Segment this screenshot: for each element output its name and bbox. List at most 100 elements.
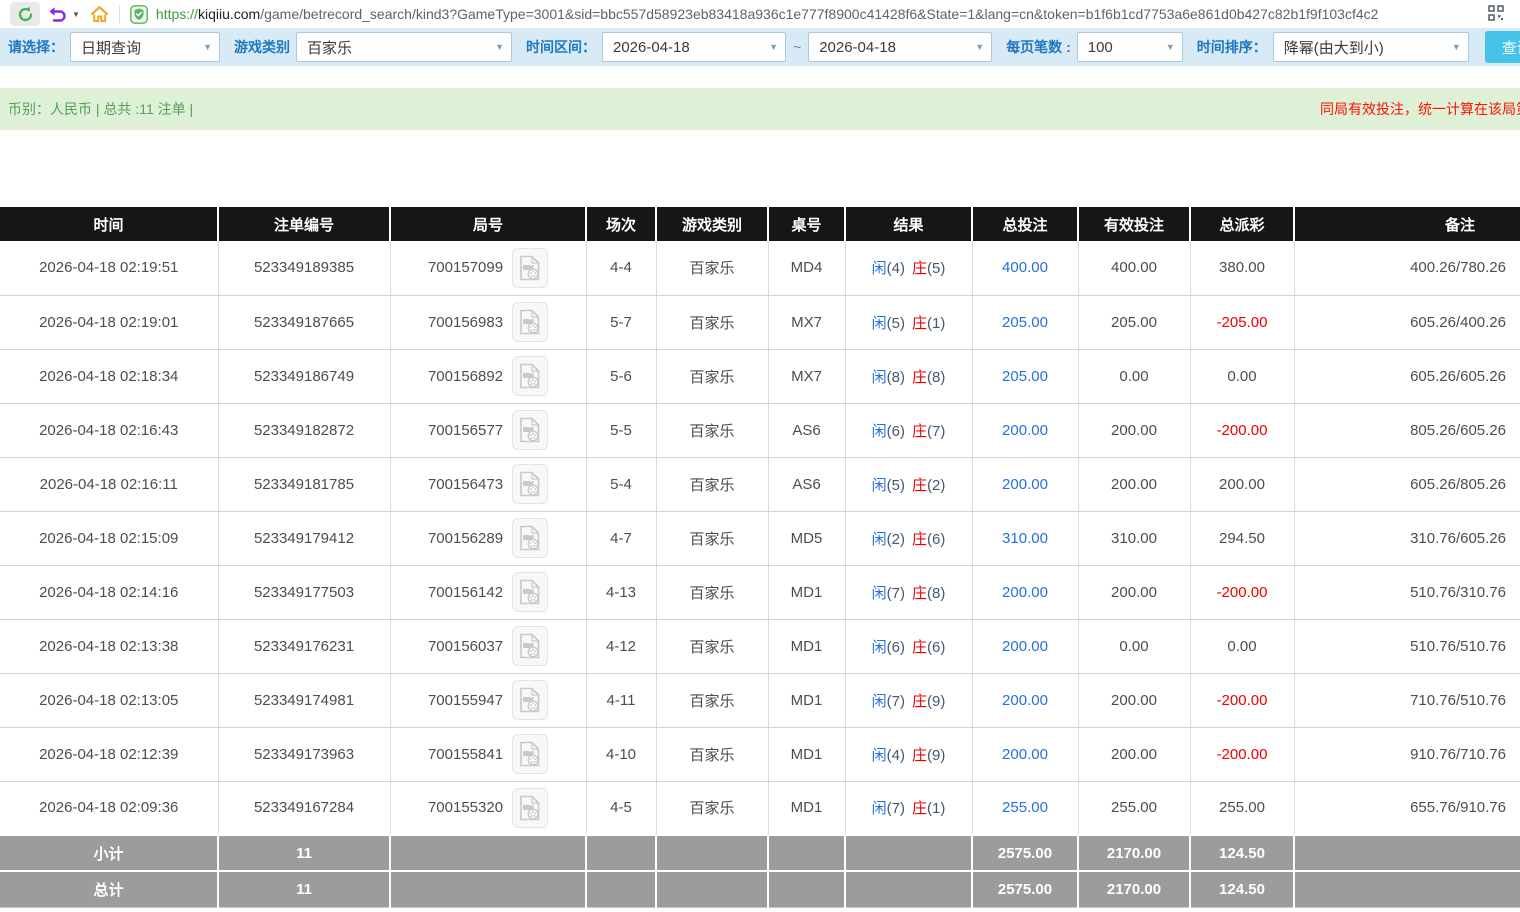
search-button[interactable]: 查询 [1485,31,1520,63]
video-replay-button[interactable] [512,302,548,342]
player-result: 闲 [872,693,887,710]
table-header-row: 时间 注单编号 局号 场次 游戏类别 桌号 结果 总投注 有效投注 总派彩 备注 [0,207,1520,241]
cell-payout: 255.00 [1190,781,1294,835]
cell-total-bet: 205.00 [972,349,1078,403]
total-total-bet: 2575.00 [972,871,1078,907]
cell-total-bet: 205.00 [972,295,1078,349]
cell-time: 2026-04-18 02:15:09 [0,511,218,565]
round-number: 700156577 [428,422,503,439]
date-from-select[interactable]: 2026-04-18 ▼ [602,32,786,62]
url-bar[interactable]: https://kiqiiu.com/game/betrecord_search… [130,5,1520,24]
total-row: 总计 11 2575.00 2170.00 124.50 [0,871,1520,907]
video-file-icon [519,363,541,389]
subtotal-row: 小计 11 2575.00 2170.00 124.50 [0,835,1520,871]
chevron-down-icon: ▼ [203,42,212,52]
qr-code-button[interactable] [1488,5,1504,26]
cell-payout: 380.00 [1190,241,1294,295]
cell-bet-id: 523349176231 [218,619,390,673]
cell-table: MD5 [768,511,845,565]
cell-valid-bet: 200.00 [1078,727,1190,781]
cell-time: 2026-04-18 02:09:36 [0,781,218,835]
video-replay-button[interactable] [512,734,548,774]
video-replay-button[interactable] [512,248,548,288]
video-file-icon [519,633,541,659]
cell-table: AS6 [768,457,845,511]
cell-total-bet: 200.00 [972,565,1078,619]
cell-round: 700156577 [390,403,586,457]
cell-round: 700155320 [390,781,586,835]
cell-game: 百家乐 [656,781,768,835]
qr-code-icon [1488,5,1504,21]
per-page-select[interactable]: 100 ▼ [1077,32,1183,62]
cell-bet-id: 523349187665 [218,295,390,349]
chevron-down-icon: ▼ [975,42,984,52]
notice-text: 同局有效投注，统一计算在该局第 [1320,88,1520,130]
table-row: 2026-04-18 02:09:36 523349167284 7001553… [0,781,1520,835]
sort-value: 降幂(由大到小) [1284,37,1384,58]
toolbar-divider [119,5,120,23]
video-replay-button[interactable] [512,626,548,666]
table-row: 2026-04-18 02:18:34 523349186749 7001568… [0,349,1520,403]
round-number: 700155841 [428,746,503,763]
video-file-icon [519,579,541,605]
banker-score: (6) [927,531,945,548]
header-result: 结果 [845,207,972,241]
reload-button[interactable] [10,2,40,26]
sort-select[interactable]: 降幂(由大到小) ▼ [1273,32,1469,62]
cell-round: 700155947 [390,673,586,727]
video-file-icon [519,255,541,281]
cell-game: 百家乐 [656,727,768,781]
player-score: (8) [887,369,905,386]
video-replay-button[interactable] [512,518,548,558]
cell-session: 4-7 [586,511,656,565]
cell-result: 闲(2)庄(6) [845,511,972,565]
summary-info-bar: 币别：人民币 | 总共 :11 注单 | 同局有效投注，统一计算在该局第 [0,88,1520,130]
cell-valid-bet: 200.00 [1078,565,1190,619]
cell-result: 闲(6)庄(7) [845,403,972,457]
video-replay-button[interactable] [512,410,548,450]
cell-bet-id: 523349186749 [218,349,390,403]
cell-result: 闲(7)庄(8) [845,565,972,619]
cell-table: MD1 [768,565,845,619]
game-category-select[interactable]: 百家乐 ▼ [296,32,512,62]
video-replay-button[interactable] [512,680,548,720]
cell-total-bet: 200.00 [972,619,1078,673]
cell-total-bet: 200.00 [972,403,1078,457]
game-category-value: 百家乐 [307,37,352,58]
banker-score: (9) [927,747,945,764]
subtotal-total-bet: 2575.00 [972,835,1078,871]
round-number: 700155947 [428,692,503,709]
cell-game: 百家乐 [656,241,768,295]
banker-score: (5) [927,260,945,277]
home-button[interactable] [90,2,109,26]
banker-score: (7) [927,423,945,440]
cell-remark: 605.26/805.26 [1294,457,1520,511]
date-to-select[interactable]: 2026-04-18 ▼ [808,32,992,62]
total-count: 11 [218,871,390,907]
header-payout: 总派彩 [1190,207,1294,241]
query-type-select[interactable]: 日期查询 ▼ [70,32,220,62]
round-number: 700156892 [428,368,503,385]
cell-time: 2026-04-18 02:14:16 [0,565,218,619]
cell-round: 700155841 [390,727,586,781]
cell-remark: 605.26/605.26 [1294,349,1520,403]
banker-result: 庄 [912,369,927,386]
banker-result: 庄 [912,315,927,332]
video-replay-button[interactable] [512,572,548,612]
cell-result: 闲(4)庄(9) [845,727,972,781]
undo-button[interactable] [48,2,66,26]
banker-result: 庄 [912,477,927,494]
header-bet-id: 注单编号 [218,207,390,241]
table-row: 2026-04-18 02:19:01 523349187665 7001569… [0,295,1520,349]
player-score: (6) [887,423,905,440]
undo-dropdown-caret[interactable]: ▼ [72,10,80,19]
currency-count-text: 币别：人民币 | 总共 :11 注单 | [0,99,193,119]
banker-score: (8) [927,369,945,386]
header-session: 场次 [586,207,656,241]
video-replay-button[interactable] [512,356,548,396]
cell-valid-bet: 205.00 [1078,295,1190,349]
cell-table: MD1 [768,781,845,835]
player-score: (2) [887,531,905,548]
video-replay-button[interactable] [512,788,548,828]
video-replay-button[interactable] [512,464,548,504]
